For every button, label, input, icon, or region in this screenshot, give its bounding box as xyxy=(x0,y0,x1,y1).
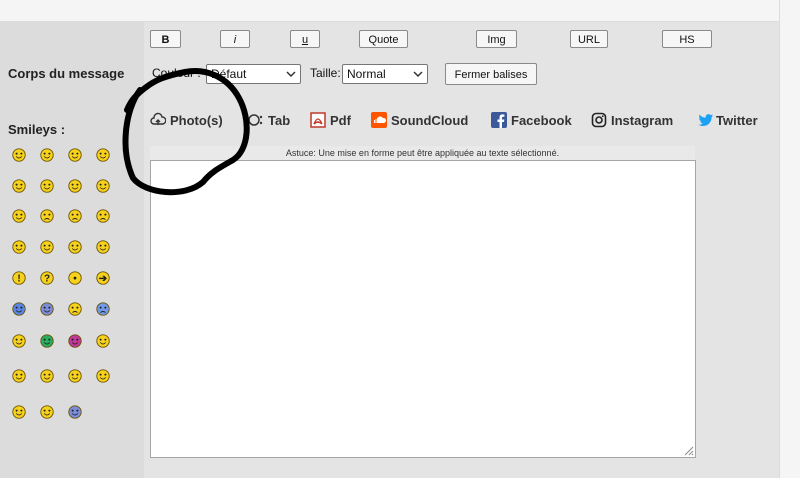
tab-label: Tab xyxy=(268,112,291,128)
smiley-thumbs-up-icon[interactable] xyxy=(68,405,82,419)
smiley-wink-icon[interactable] xyxy=(12,179,26,193)
svg-text:!: ! xyxy=(17,274,20,285)
smiley-yellow-teeth-icon[interactable] xyxy=(12,334,26,348)
svg-text:➔: ➔ xyxy=(99,274,108,285)
top-bar xyxy=(0,0,800,22)
twitter-icon xyxy=(698,114,713,126)
svg-text:•: • xyxy=(73,274,77,285)
scrollbar-track[interactable] xyxy=(779,0,800,478)
facebook-label: Facebook xyxy=(511,112,572,128)
pdf-label: Pdf xyxy=(330,112,351,128)
smiley-guitar-icon[interactable] xyxy=(96,369,110,383)
facebook-icon xyxy=(491,112,507,128)
quote-button[interactable]: Quote xyxy=(359,30,408,48)
smiley-neutral-icon[interactable] xyxy=(12,209,26,223)
soundcloud-label: SoundCloud xyxy=(391,112,469,128)
smiley-smile-icon[interactable] xyxy=(12,148,26,162)
chevron-down-icon xyxy=(413,71,423,78)
smiley-arrow-icon[interactable]: ➔ xyxy=(96,271,110,285)
smiley-blue-shock-icon[interactable] xyxy=(40,302,54,316)
instagram-button[interactable]: Instagram xyxy=(591,111,673,129)
smiley-pink-teeth-icon[interactable] xyxy=(68,334,82,348)
chevron-down-icon xyxy=(286,71,296,78)
smiley-idea-icon[interactable]: • xyxy=(68,271,82,285)
size-select[interactable]: Normal xyxy=(342,64,428,84)
smiley-blue-grin-icon[interactable] xyxy=(12,302,26,316)
underline-button[interactable]: u xyxy=(290,30,320,48)
smiley-happy-icon[interactable] xyxy=(68,148,82,162)
message-textarea[interactable] xyxy=(150,160,696,458)
twitter-label: Twitter xyxy=(716,112,758,128)
size-select-value: Normal xyxy=(347,67,386,81)
smiley-confused-icon[interactable] xyxy=(96,209,110,223)
smiley-mad-icon[interactable] xyxy=(40,240,54,254)
pdf-button[interactable]: Pdf xyxy=(310,111,351,129)
cloud-upload-icon xyxy=(150,112,166,125)
photo-upload-label: Photo(s) xyxy=(170,112,223,128)
smiley-devil-icon[interactable] xyxy=(68,240,82,254)
color-select-value: Défaut xyxy=(211,67,247,81)
close-tags-button[interactable]: Fermer balises xyxy=(445,63,537,85)
svg-text:?: ? xyxy=(44,274,50,285)
smiley-hug-icon[interactable] xyxy=(68,369,82,383)
italic-button[interactable]: i xyxy=(220,30,250,48)
smiley-rolling-eyes-icon[interactable] xyxy=(12,369,26,383)
smiley-angry-icon[interactable] xyxy=(12,240,26,254)
smiley-exclamation-icon[interactable]: ! xyxy=(12,271,26,285)
url-button[interactable]: URL xyxy=(570,30,608,48)
smiley-evil-icon[interactable] xyxy=(96,240,110,254)
facebook-button[interactable]: Facebook xyxy=(491,111,572,129)
instagram-label: Instagram xyxy=(611,112,674,128)
tip-text: Astuce: Une mise en forme peut être appl… xyxy=(150,146,695,160)
hs-button[interactable]: HS xyxy=(662,30,712,48)
smiley-nerd-icon[interactable] xyxy=(68,179,82,193)
smiley-question-icon[interactable]: ? xyxy=(40,271,54,285)
smileys-label: Smileys : xyxy=(8,122,66,137)
twitter-button[interactable]: Twitter xyxy=(698,111,758,129)
message-label: Corps du message xyxy=(8,66,125,81)
smiley-cool-icon[interactable] xyxy=(40,179,54,193)
photo-upload-button[interactable]: Photo(s) xyxy=(150,111,223,129)
pdf-icon xyxy=(310,112,326,128)
instagram-icon xyxy=(591,112,607,128)
smiley-surprised-icon[interactable] xyxy=(40,369,54,383)
smiley-yellow-grin-icon[interactable] xyxy=(96,334,110,348)
color-select[interactable]: Défaut xyxy=(206,64,301,84)
resize-grip-icon[interactable] xyxy=(682,444,694,456)
smiley-cry-icon[interactable] xyxy=(96,302,110,316)
smiley-glasses-icon[interactable] xyxy=(96,179,110,193)
smiley-whistling-icon[interactable] xyxy=(40,405,54,419)
smiley-grin-icon[interactable] xyxy=(40,148,54,162)
color-label: Couleur : xyxy=(152,66,201,80)
tab-icon xyxy=(248,114,263,126)
smiley-sorry-icon[interactable] xyxy=(68,302,82,316)
smiley-sad-icon[interactable] xyxy=(68,209,82,223)
img-button[interactable]: Img xyxy=(476,30,517,48)
tab-button[interactable]: Tab xyxy=(248,111,290,129)
soundcloud-button[interactable]: SoundCloud xyxy=(371,111,468,129)
smiley-worried-icon[interactable] xyxy=(40,209,54,223)
smiley-laugh-icon[interactable] xyxy=(96,148,110,162)
size-label: Taille: xyxy=(310,66,341,80)
smiley-singing-icon[interactable] xyxy=(12,405,26,419)
bold-button[interactable]: B xyxy=(150,30,181,48)
smiley-green-teeth-icon[interactable] xyxy=(40,334,54,348)
soundcloud-icon xyxy=(371,112,387,128)
